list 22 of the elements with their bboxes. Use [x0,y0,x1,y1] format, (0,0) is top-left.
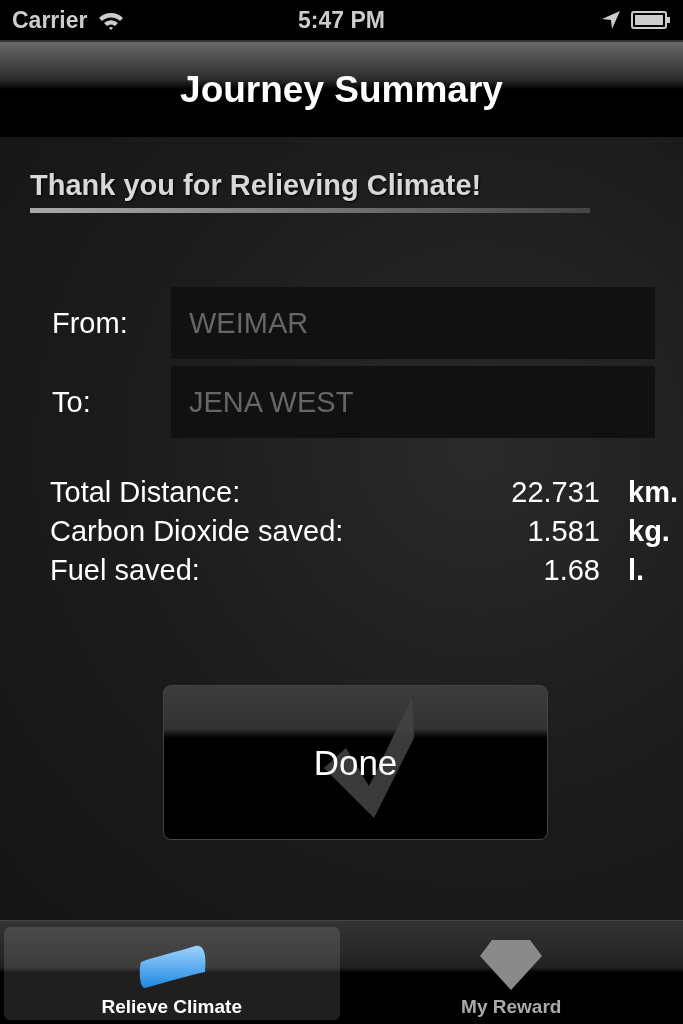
stat-unit: km. [628,476,678,509]
tab-item[interactable]: My Reward [343,927,679,1020]
battery-icon [631,10,671,30]
diamond-icon [478,938,545,992]
location-arrow-icon [601,10,621,30]
carrier-text: Carrier [12,6,88,34]
stat-unit: kg. [628,515,670,548]
stat-value: 1.581 [526,515,600,548]
field-label: To: [51,385,92,419]
stat-label: Carbon Dioxide saved: [50,515,345,548]
stat-label: Total Distance: [50,476,242,509]
tab-item[interactable]: Relieve Climate [4,927,340,1020]
field-label: From: [51,306,129,340]
thank-you-heading: Thank you for Relieving Climate! [30,169,483,202]
done-button[interactable]: Done [163,685,548,840]
stat-value: 1.68 [542,554,600,587]
clock-text: 5:47 PM [298,6,385,34]
wifi-icon [97,10,126,30]
stat-unit: l. [628,554,645,587]
stat-value: 22.731 [510,476,600,509]
screen-title: Journey Summary [180,68,503,111]
stat-label: Fuel saved: [50,554,201,587]
